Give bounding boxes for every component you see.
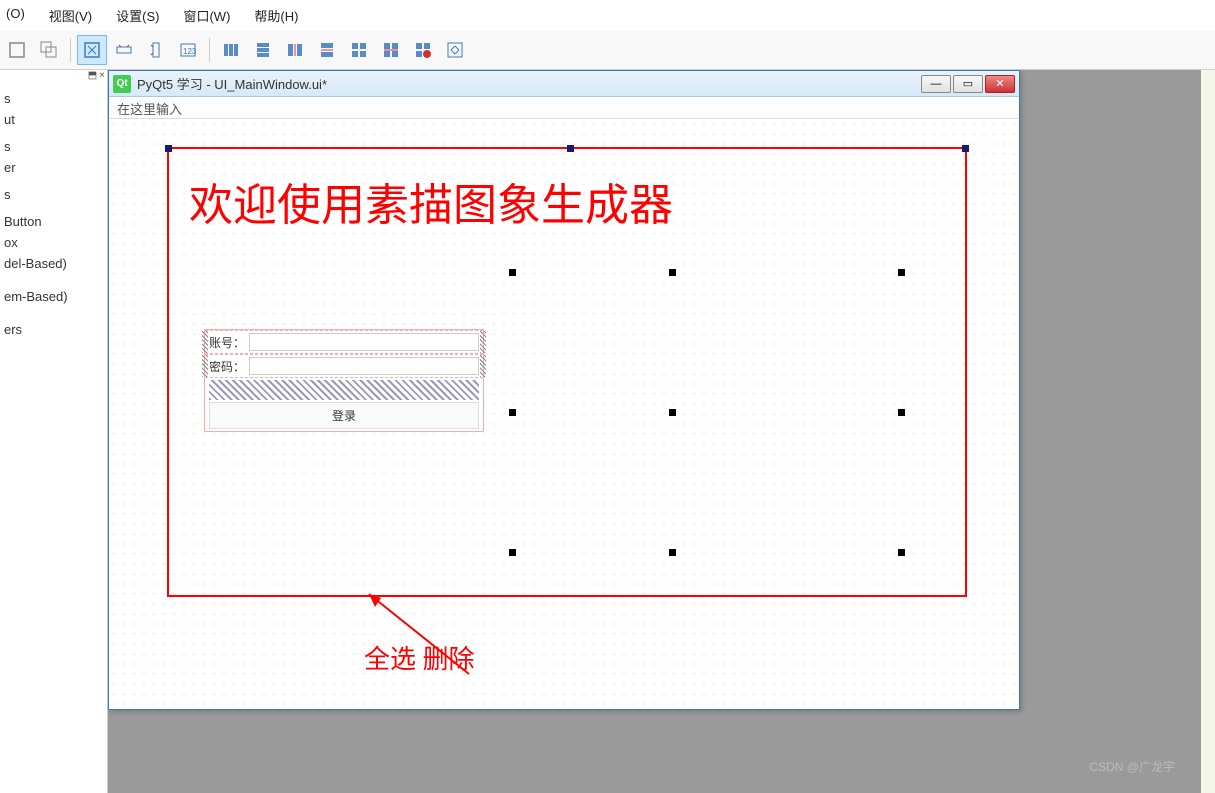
selection-handle[interactable] [898,409,905,416]
form-subwindow: Qt PyQt5 学习 - UI_MainWindow.ui* — ▭ ✕ 在这… [108,70,1020,710]
main-toolbar: 123 [0,31,1215,70]
password-label[interactable]: 密码： [209,358,245,375]
layout-grid-icon[interactable] [344,35,374,65]
selection-handle[interactable] [669,549,676,556]
password-input[interactable] [249,357,479,375]
tree-item[interactable]: Button [4,211,103,232]
toolbar-btn[interactable] [141,35,171,65]
tree-item[interactable]: ox [4,232,103,253]
layout-hsplit-icon[interactable] [280,35,310,65]
password-row[interactable]: 密码： [205,354,483,378]
login-form-layout[interactable]: 账号： 密码： 登录 [204,329,484,432]
grip-icon[interactable] [202,331,208,353]
tree-item[interactable]: em-Based) [4,286,103,307]
tree-item[interactable]: s [4,136,103,157]
menu-item[interactable]: 视图(V) [43,4,98,27]
toolbar-btn[interactable] [109,35,139,65]
qt-logo-icon: Qt [113,75,131,93]
toolbar-btn[interactable] [34,35,64,65]
selection-handle[interactable] [898,269,905,276]
main-area: ⬒ × s ut s er s Button ox del-Based) em-… [0,70,1215,793]
design-canvas[interactable]: 欢迎使用素描图象生成器 账号： 密码： 登录 [109,119,1019,709]
menu-item[interactable]: (O) [0,4,31,27]
grip-icon[interactable] [480,355,486,377]
toolbar-btn-edit[interactable] [77,35,107,65]
vertical-spacer[interactable] [209,380,479,400]
mdi-area: Qt PyQt5 学习 - UI_MainWindow.ui* — ▭ ✕ 在这… [108,70,1201,793]
selection-handle[interactable] [509,549,516,556]
selection-handle[interactable] [669,409,676,416]
account-label[interactable]: 账号： [209,334,245,351]
minimize-button[interactable]: — [921,75,951,93]
menu-item[interactable]: 设置(S) [110,4,165,27]
tree-item[interactable]: s [4,184,103,205]
layout-v-icon[interactable] [248,35,278,65]
grip-icon[interactable] [202,355,208,377]
layout-break-icon[interactable] [408,35,438,65]
layout-grid2-icon[interactable] [376,35,406,65]
dock-pin-icon[interactable]: ⬒ [88,70,97,81]
widget-box-panel: ⬒ × s ut s er s Button ox del-Based) em-… [0,70,108,793]
tree-item[interactable]: er [4,157,103,178]
menu-item[interactable]: 窗口(W) [177,4,236,27]
close-button[interactable]: ✕ [985,75,1015,93]
account-row[interactable]: 账号： [205,330,483,354]
selection-handle[interactable] [669,269,676,276]
menubar-hint[interactable]: 在这里输入 [117,102,182,117]
layout-vsplit-icon[interactable] [312,35,342,65]
welcome-label[interactable]: 欢迎使用素描图象生成器 [189,169,673,233]
grip-icon[interactable] [480,331,486,353]
selection-handle[interactable] [509,409,516,416]
svg-text:123: 123 [183,47,197,56]
main-menubar[interactable]: (O) 视图(V) 设置(S) 窗口(W) 帮助(H) [0,0,1215,31]
selection-handle[interactable] [898,549,905,556]
subwindow-titlebar[interactable]: Qt PyQt5 学习 - UI_MainWindow.ui* — ▭ ✕ [109,71,1019,97]
dock-close-icon[interactable]: × [99,70,105,81]
toolbar-separator [70,38,71,62]
toolbar-btn[interactable]: 123 [173,35,203,65]
tree-item[interactable]: ers [4,319,103,340]
selection-handle[interactable] [165,145,172,152]
right-stub [1201,70,1215,793]
selection-handle[interactable] [567,145,574,152]
selection-handle[interactable] [509,269,516,276]
account-input[interactable] [249,333,479,351]
menu-item[interactable]: 帮助(H) [248,4,304,27]
toolbar-separator [209,38,210,62]
tree-item[interactable]: del-Based) [4,253,103,274]
layout-h-icon[interactable] [216,35,246,65]
subwindow-title: PyQt5 学习 - UI_MainWindow.ui* [137,74,921,93]
watermark-text: CSDN @广龙宇 [1089,758,1175,775]
right-dock-panel [1201,70,1215,793]
selection-handle[interactable] [962,145,969,152]
form-menubar[interactable]: 在这里输入 [109,97,1019,119]
widget-tree[interactable]: s ut s er s Button ox del-Based) em-Base… [0,70,107,344]
maximize-button[interactable]: ▭ [953,75,983,93]
adjust-size-icon[interactable] [440,35,470,65]
tree-item[interactable]: ut [4,109,103,130]
tree-item[interactable]: s [4,88,103,109]
annotation-text: 全选 删除 [364,639,475,676]
toolbar-btn[interactable] [2,35,32,65]
login-button[interactable]: 登录 [209,402,479,429]
